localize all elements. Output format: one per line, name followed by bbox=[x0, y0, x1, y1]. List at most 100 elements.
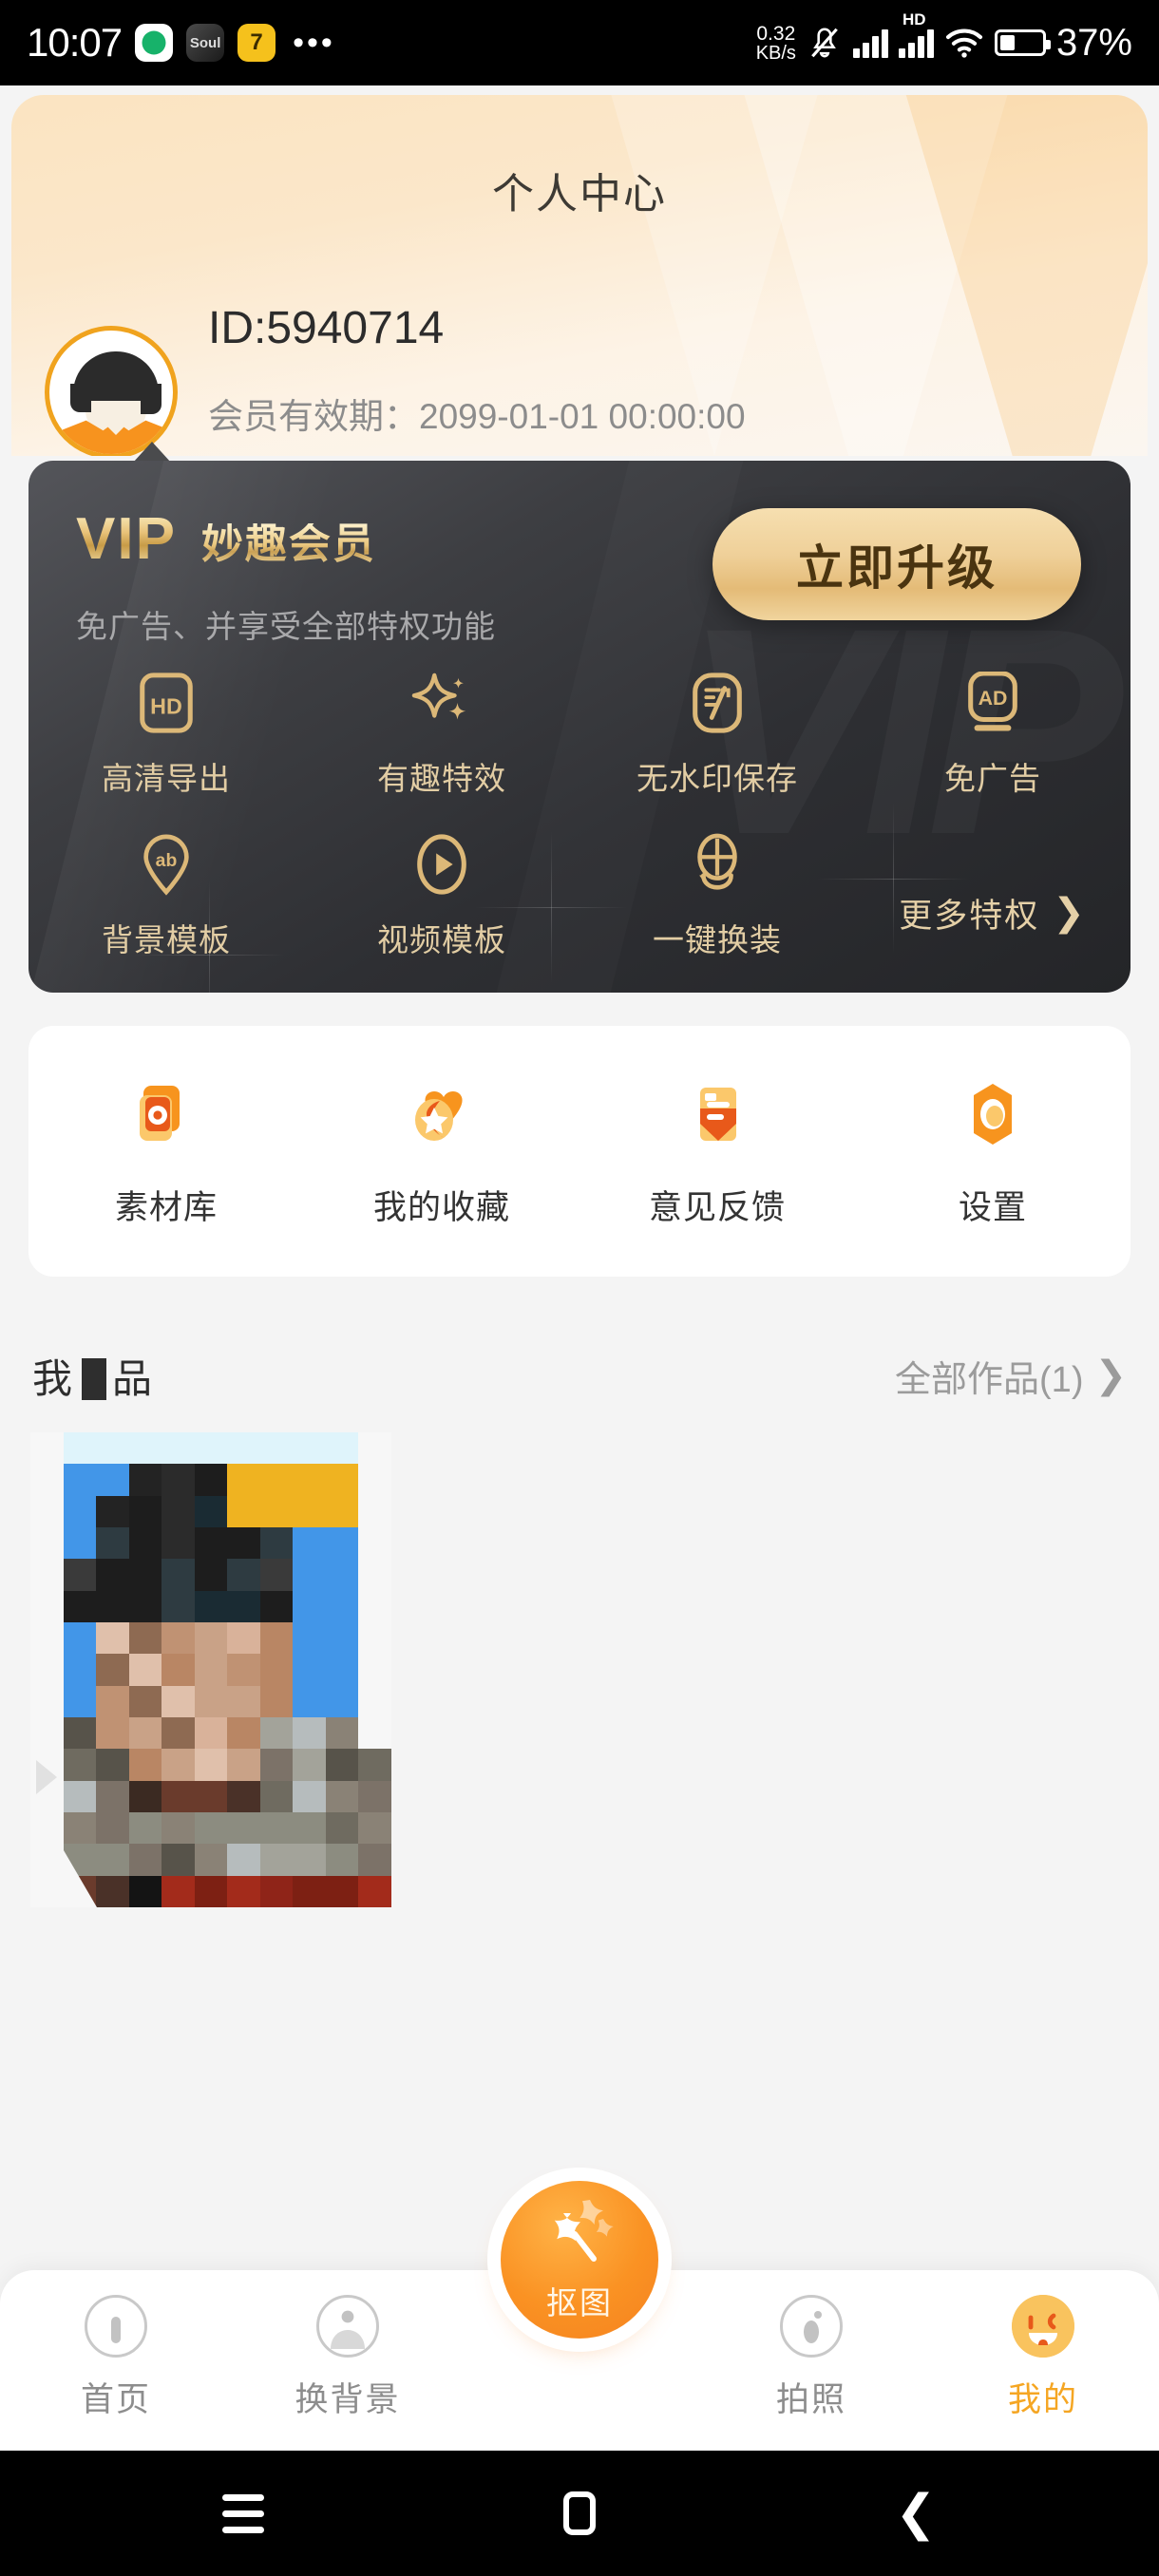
menu-item-feedback[interactable]: 意见反馈 bbox=[580, 1074, 855, 1229]
status-bar-right: 0.32 KB/s HD 37% bbox=[755, 10, 1132, 65]
menu-item-label: 素材库 bbox=[114, 1188, 218, 1226]
one-tap-outfit-icon bbox=[690, 833, 745, 896]
vip-perks-row-1: HD 高清导出 有趣特效 无水印保存 AD 免广告 bbox=[28, 672, 1130, 799]
home-square-icon[interactable] bbox=[554, 2488, 605, 2539]
nav-item-label: 拍照 bbox=[775, 2381, 846, 2418]
photo-icon bbox=[780, 2295, 843, 2358]
video-template-icon bbox=[414, 833, 469, 896]
my-favorites-icon bbox=[402, 1074, 482, 1154]
green-app-icon bbox=[135, 24, 174, 62]
perk-label: 无水印保存 bbox=[636, 761, 798, 796]
vip-plan-name: 妙趣会员 bbox=[200, 521, 376, 567]
nav-item-label: 换背景 bbox=[294, 2381, 401, 2418]
perk-hd-export[interactable]: HD 高清导出 bbox=[28, 672, 304, 799]
nav-item-home[interactable]: 首页 bbox=[0, 2295, 232, 2421]
app-screen: 10:07 Soul 7 ••• 0.32 KB/s HD 37% 个人中心 I… bbox=[0, 0, 1159, 2576]
membership-expiry: 会员有效期：2099-01-01 00:00:00 bbox=[208, 397, 746, 436]
profile-header-card: 个人中心 ID:5940714 会员有效期：2099-01-01 00:00:0… bbox=[11, 95, 1148, 456]
menu-item-label: 设置 bbox=[958, 1188, 1027, 1226]
works-title-glitch bbox=[82, 1357, 107, 1400]
status-time: 10:07 bbox=[27, 20, 123, 65]
svg-text:AD: AD bbox=[978, 687, 1008, 710]
all-works-label: 全部作品(1) bbox=[895, 1359, 1084, 1400]
network-speed: 0.32 KB/s bbox=[755, 22, 796, 64]
vip-perks: HD 高清导出 有趣特效 无水印保存 AD 免广告 ab 背景模板 视频模板 一… bbox=[28, 672, 1130, 960]
back-chevron-icon[interactable]: ❮ bbox=[890, 2488, 941, 2539]
user-id: ID:5940714 bbox=[208, 303, 445, 353]
quick-menu-card: 素材库 我的收藏 意见反馈 设置 bbox=[28, 1026, 1130, 1277]
hd-icon: HD bbox=[138, 672, 195, 734]
all-works-link[interactable]: 全部作品(1) ❯ bbox=[895, 1350, 1127, 1402]
feedback-icon bbox=[677, 1074, 757, 1154]
perk-label: 高清导出 bbox=[102, 761, 231, 796]
home-icon bbox=[85, 2295, 147, 2358]
soul-app-icon: Soul bbox=[186, 24, 225, 62]
settings-icon bbox=[953, 1074, 1033, 1154]
signal-bars-2-icon: HD bbox=[898, 10, 934, 58]
vip-title-row: VIP 妙趣会员 bbox=[76, 510, 376, 569]
works-list bbox=[30, 1432, 391, 1907]
vip-card[interactable]: VIP VIP 妙趣会员 免广告、并享受全部特权功能 立即升级 HD bbox=[28, 461, 1130, 993]
upgrade-button[interactable]: 立即升级 bbox=[712, 508, 1081, 620]
work-thumbnail[interactable] bbox=[30, 1432, 391, 1907]
no-watermark-icon bbox=[691, 672, 744, 734]
perk-label: 视频模板 bbox=[377, 922, 506, 957]
chevron-right-icon: ❯ bbox=[1094, 1354, 1127, 1396]
perk-label: 一键换装 bbox=[653, 922, 782, 957]
pixelated-portrait-thumbnail bbox=[30, 1432, 391, 1907]
cutout-fab-button[interactable]: 抠图 bbox=[501, 2181, 658, 2339]
menu-item-my-favorites[interactable]: 我的收藏 bbox=[304, 1074, 580, 1229]
menu-item-label: 我的收藏 bbox=[372, 1188, 510, 1226]
more-privileges-label: 更多特权 bbox=[899, 897, 1040, 935]
battery-icon bbox=[994, 29, 1051, 56]
works-header: 我品 全部作品(1) ❯ bbox=[0, 1337, 1159, 1413]
fab-label: 抠图 bbox=[546, 2285, 613, 2320]
background-template-icon: ab bbox=[140, 833, 193, 896]
more-privileges-link[interactable]: 更多特权 ❯ bbox=[855, 833, 1130, 960]
mute-vibrate-icon bbox=[811, 28, 838, 58]
change-background-icon bbox=[316, 2295, 379, 2358]
recents-icon[interactable] bbox=[218, 2488, 269, 2539]
material-library-icon bbox=[126, 1074, 206, 1154]
svg-text:HD: HD bbox=[150, 694, 182, 719]
perk-no-watermark[interactable]: 无水印保存 bbox=[580, 672, 855, 799]
perk-background-template[interactable]: ab 背景模板 bbox=[28, 833, 304, 960]
perk-label: 有趣特效 bbox=[377, 761, 506, 796]
avatar[interactable] bbox=[45, 326, 178, 456]
perk-no-ads[interactable]: AD 免广告 bbox=[855, 672, 1130, 799]
svg-text:ab: ab bbox=[156, 850, 178, 871]
no-ads-icon: AD bbox=[964, 672, 1021, 734]
works-title-suffix: 品 bbox=[112, 1355, 157, 1401]
perk-label: 背景模板 bbox=[102, 922, 231, 957]
works-section-title: 我品 bbox=[32, 1347, 156, 1405]
status-overflow-icon: ••• bbox=[293, 25, 335, 61]
works-title-prefix: 我 bbox=[32, 1355, 77, 1401]
perk-label: 免广告 bbox=[944, 761, 1041, 796]
profile-smiley-icon bbox=[1012, 2295, 1074, 2358]
signal-bars-1-icon bbox=[852, 28, 888, 58]
menu-item-settings[interactable]: 设置 bbox=[855, 1074, 1130, 1229]
menu-item-label: 意见反馈 bbox=[648, 1188, 786, 1226]
yellow-app-icon: 7 bbox=[238, 24, 276, 62]
page-title: 个人中心 bbox=[492, 171, 667, 218]
perk-video-template[interactable]: 视频模板 bbox=[304, 833, 580, 960]
status-bar: 10:07 Soul 7 ••• 0.32 KB/s HD 37% bbox=[0, 0, 1159, 85]
nav-item-photo[interactable]: 拍照 bbox=[695, 2295, 927, 2421]
perk-one-tap-outfit[interactable]: 一键换装 bbox=[580, 833, 855, 960]
menu-item-material-library[interactable]: 素材库 bbox=[28, 1074, 304, 1229]
chevron-right-icon: ❯ bbox=[1053, 892, 1087, 934]
android-navigation-bar: ❮ bbox=[0, 2451, 1159, 2576]
battery-percent: 37% bbox=[1055, 21, 1132, 64]
wifi-icon bbox=[945, 28, 982, 58]
status-bar-left: 10:07 Soul 7 ••• bbox=[27, 20, 335, 66]
nav-item-profile[interactable]: 我的 bbox=[927, 2295, 1159, 2421]
sparkle-icon bbox=[410, 672, 473, 734]
vip-logo: VIP bbox=[76, 506, 177, 572]
vip-subtitle: 免广告、并享受全部特权功能 bbox=[76, 609, 496, 644]
nav-item-label: 我的 bbox=[1007, 2381, 1078, 2418]
magic-wand-star-icon bbox=[554, 2200, 614, 2262]
nav-item-change-background[interactable]: 换背景 bbox=[232, 2295, 464, 2421]
nav-item-label: 首页 bbox=[80, 2381, 151, 2418]
perk-fun-effects[interactable]: 有趣特效 bbox=[304, 672, 580, 799]
vip-perks-row-2: ab 背景模板 视频模板 一键换装 更多特权 ❯ bbox=[28, 833, 1130, 960]
